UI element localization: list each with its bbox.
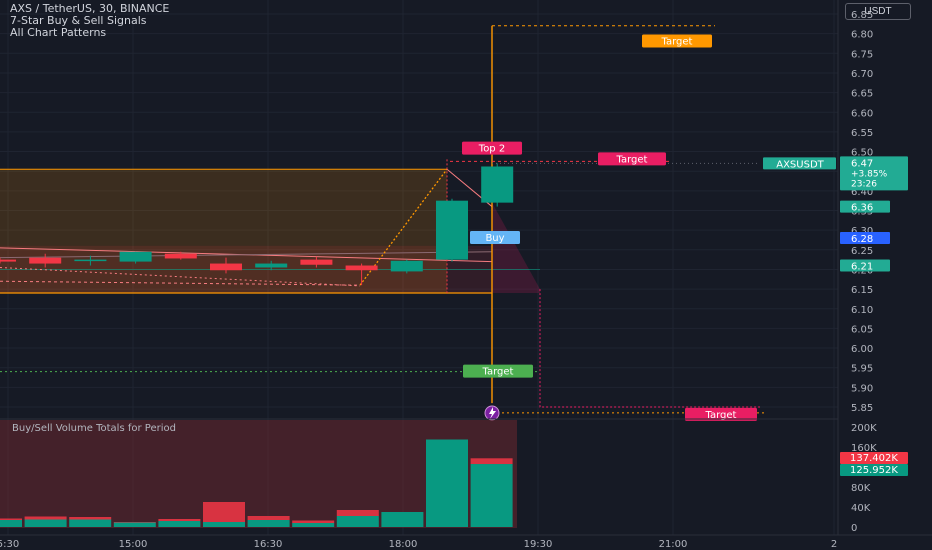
volume-tick-label: 200K [851, 423, 877, 434]
price-tag: 6.21 [851, 262, 873, 273]
time-tick-label: 2 [831, 539, 837, 550]
time-tick-label: 15:00 [119, 539, 148, 550]
volume-tag-total: 137.402K [850, 453, 898, 464]
candle-body [345, 265, 378, 271]
volume-buy-bar [470, 464, 513, 527]
volume-buy-bar [24, 519, 67, 527]
target-label-green: Target [482, 367, 514, 378]
volume-buy-bar [247, 520, 290, 527]
price-tick-label: 6.25 [851, 246, 873, 257]
candle-body [74, 259, 107, 262]
candle-body [164, 253, 197, 259]
volume-tick-label: 40K [851, 503, 871, 514]
volume-sell-bar [292, 520, 335, 523]
time-tick-label: 21:00 [659, 539, 688, 550]
time-tick-label: 19:30 [524, 539, 553, 550]
top-pattern-label: Top 2 [478, 144, 505, 155]
volume-sell-bar [0, 518, 22, 520]
volume-sell-bar [113, 522, 156, 523]
candle-body [436, 200, 468, 260]
price-tick-label: 6.80 [851, 30, 873, 41]
volume-sell-bar [158, 519, 201, 521]
last-price-change: +3.85% [851, 169, 888, 179]
buy-signal-label: Buy [485, 233, 504, 244]
candle-body [119, 251, 152, 262]
volume-buy-bar [336, 516, 379, 527]
candle-body [29, 257, 62, 264]
indicator-name-patterns: All Chart Patterns [10, 26, 107, 39]
volume-buy-bar [113, 522, 156, 527]
candle-body [481, 166, 514, 203]
price-tick-label: 6.10 [851, 305, 873, 316]
volume-tag-buy: 125.952K [850, 465, 898, 476]
candle-body [210, 263, 242, 271]
volume-tick-label: 0 [851, 523, 857, 534]
volume-buy-bar [381, 512, 424, 527]
volume-panel-title: Buy/Sell Volume Totals for Period [12, 423, 176, 434]
time-tick-label: 5:30 [0, 539, 19, 550]
volume-buy-bar [0, 520, 22, 527]
time-tick-label: 16:30 [254, 539, 283, 550]
price-tick-label: 5.90 [851, 383, 873, 394]
target-label-red: Target [616, 154, 648, 165]
volume-buy-bar [426, 439, 468, 527]
price-tick-label: 6.05 [851, 324, 873, 335]
target-label-orange: Target [661, 37, 693, 48]
currency-unit-button[interactable]: USDT [845, 3, 911, 20]
price-tick-label: 6.70 [851, 69, 873, 80]
price-tick-label: 5.95 [851, 364, 873, 375]
price-tick-label: 6.60 [851, 108, 873, 119]
volume-sell-bar [203, 502, 245, 522]
price-tag: 6.36 [851, 203, 873, 214]
price-tag: 6.28 [851, 234, 873, 245]
price-tick-label: 6.00 [851, 344, 873, 355]
candle-body [0, 259, 16, 262]
price-tick-label: 5.85 [851, 403, 873, 414]
symbol-tag: AXSUSDT [776, 159, 824, 170]
volume-sell-bar [470, 458, 513, 465]
volume-buy-bar [292, 523, 335, 527]
time-tick-label: 18:00 [389, 539, 418, 550]
volume-sell-bar [336, 510, 379, 516]
price-tick-label: 6.75 [851, 49, 873, 60]
volume-tick-label: 80K [851, 483, 871, 494]
candle-body [390, 260, 423, 272]
volume-buy-bar [158, 521, 201, 527]
price-tick-label: 6.55 [851, 128, 873, 139]
volume-buy-bar [69, 519, 112, 527]
price-tick-label: 6.65 [851, 89, 873, 100]
last-price-value: 6.47 [851, 158, 873, 169]
volume-sell-bar [247, 516, 290, 520]
volume-buy-bar [203, 522, 245, 527]
pattern-zone-pink [492, 202, 540, 294]
volume-sell-bar [69, 517, 112, 520]
chart-screen: { "header": { "symbol_line": "AXS / Teth… [0, 0, 932, 550]
candle-body [300, 259, 333, 265]
chart-canvas[interactable]: BuyTop 2TargetTargetTargetTarget6.856.80… [0, 0, 932, 550]
volume-sell-bar [24, 516, 67, 520]
candle-body [255, 263, 288, 268]
bar-countdown: 23:26 [851, 179, 877, 189]
price-tick-label: 6.15 [851, 285, 873, 296]
